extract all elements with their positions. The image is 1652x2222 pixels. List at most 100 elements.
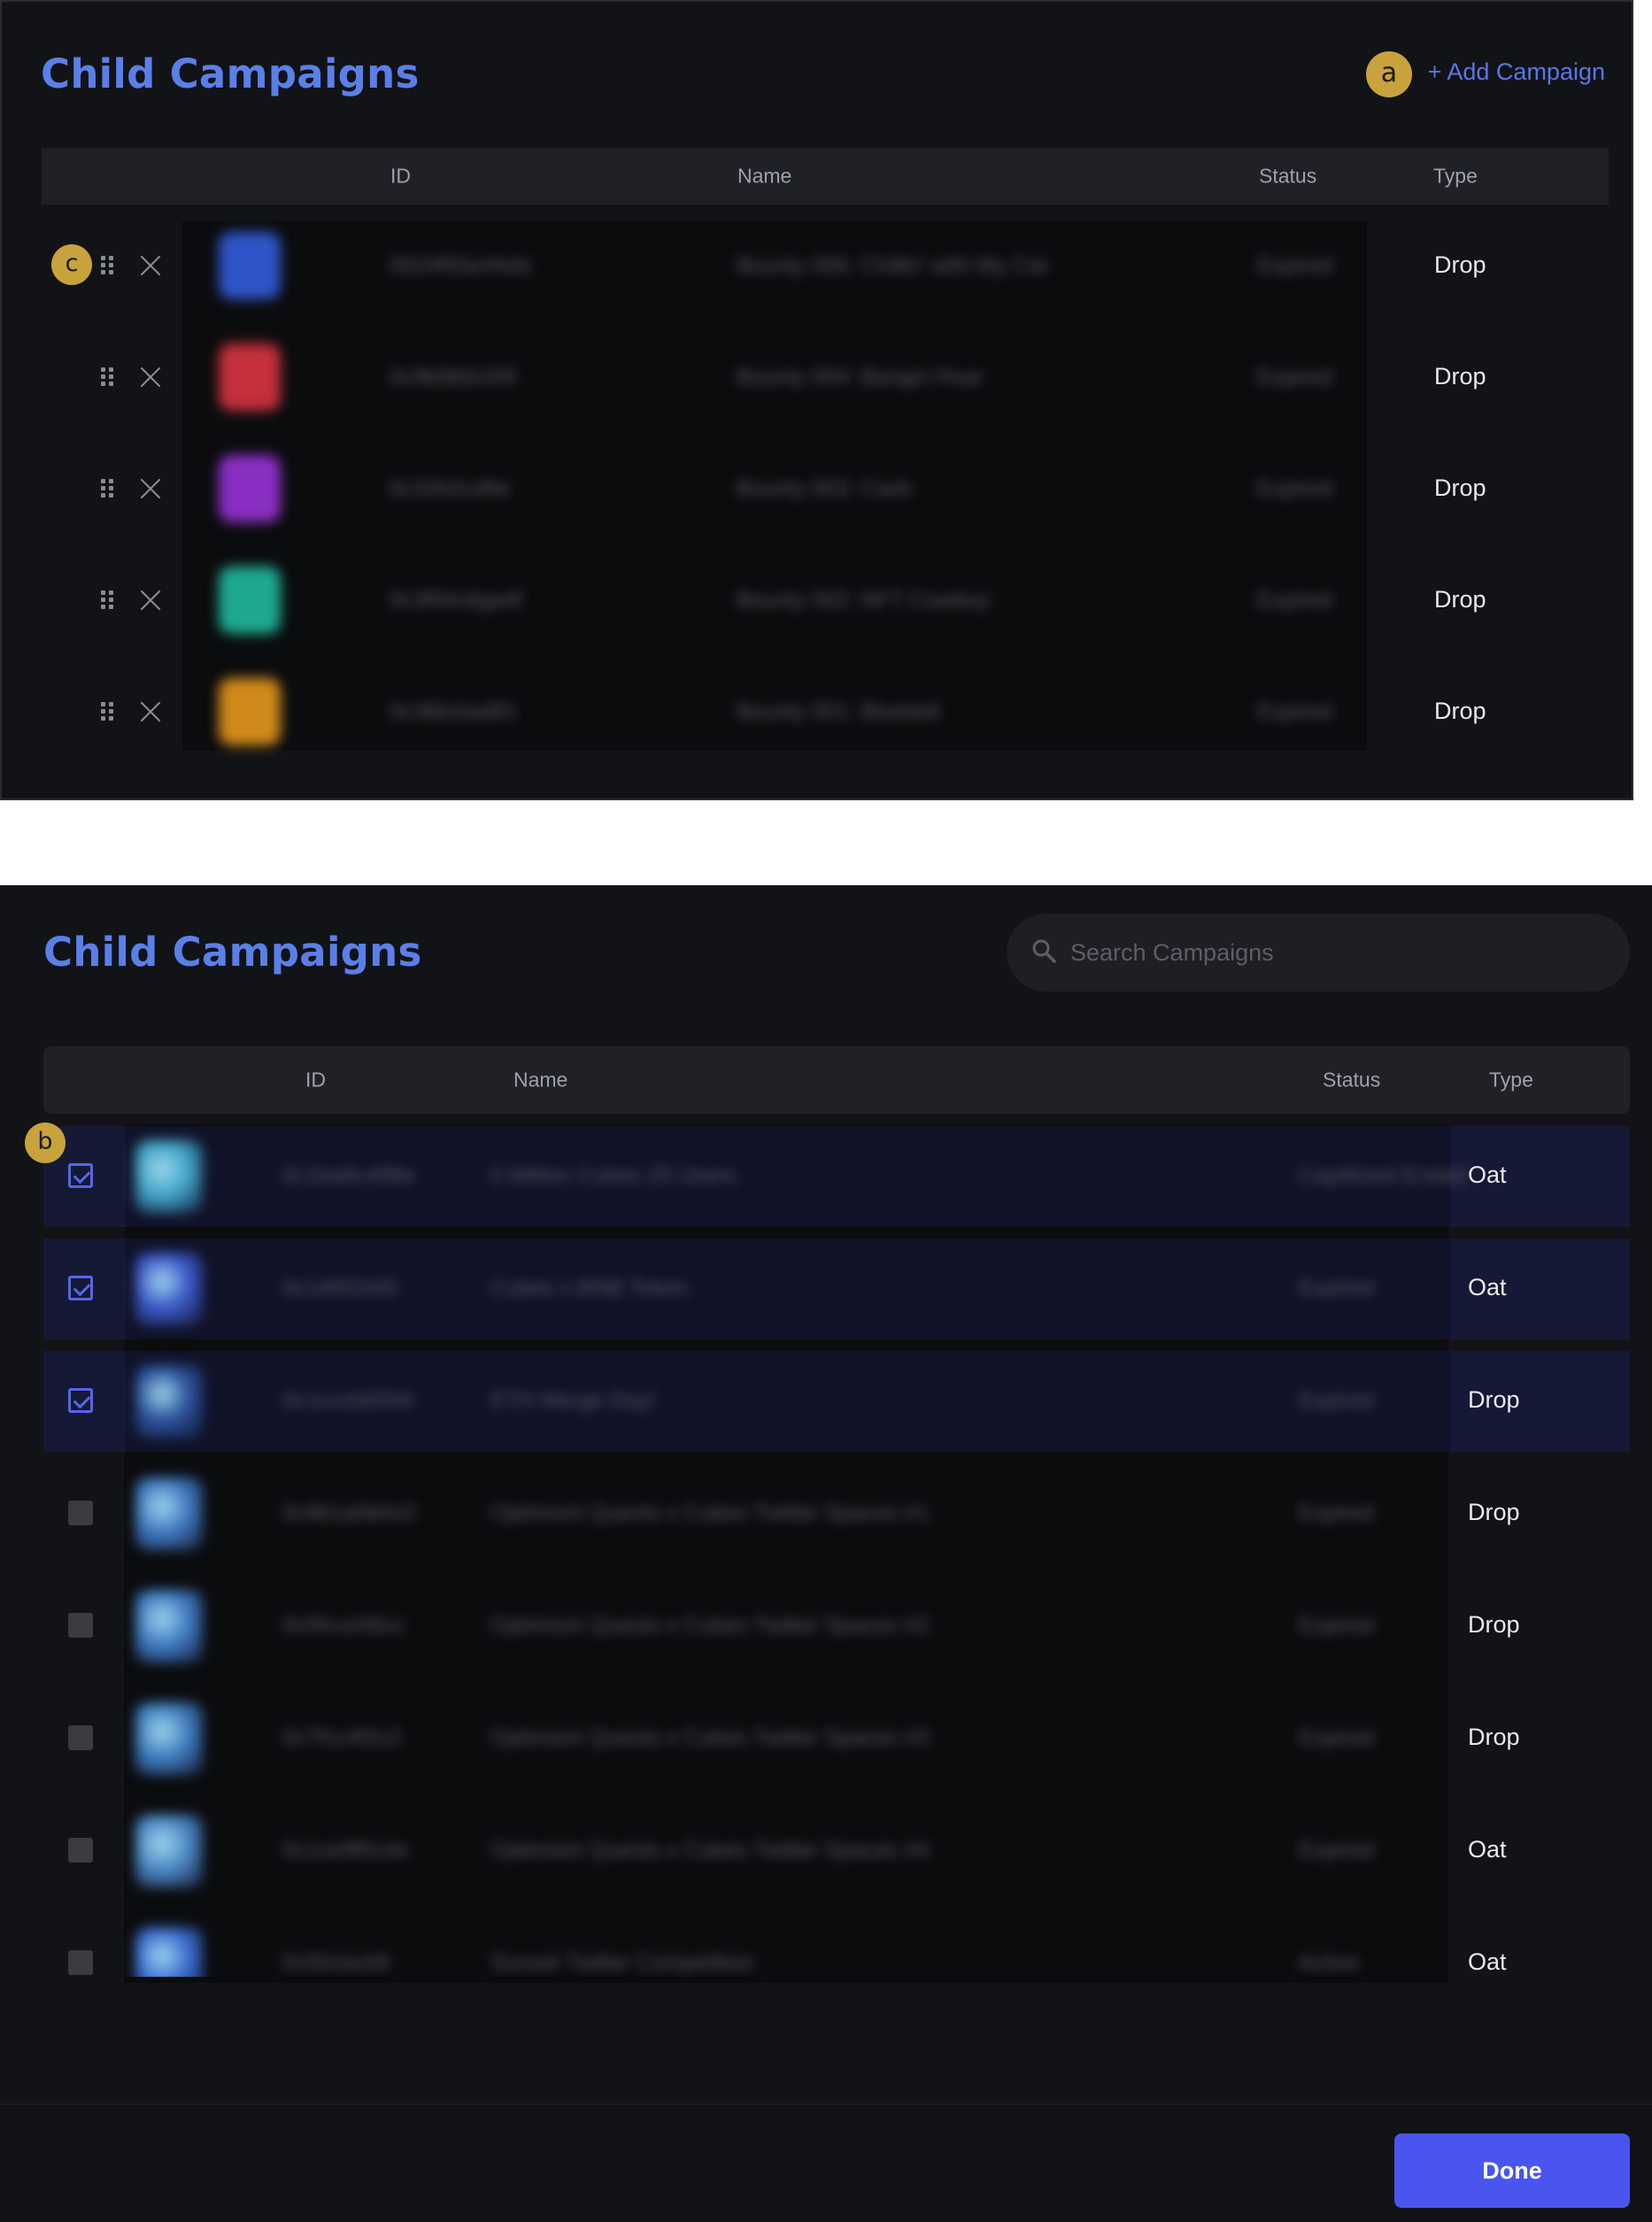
- column-header-name: Name: [513, 1068, 568, 1092]
- campaign-id: 0c9b0b0c05f: [390, 365, 517, 390]
- campaign-name: ETH Merge Day!: [490, 1388, 656, 1413]
- column-header-type: Type: [1489, 1068, 1533, 1092]
- campaign-id: 0c50cbcb9: [282, 1950, 390, 1975]
- campaign-type: Drop: [1434, 251, 1486, 278]
- campaign-thumbnail: [219, 343, 281, 411]
- panel-title: Child Campaigns: [43, 929, 422, 976]
- checkbox-checked[interactable]: [68, 1163, 93, 1188]
- drag-handle-icon[interactable]: [101, 590, 115, 610]
- remove-icon[interactable]: [139, 700, 162, 723]
- campaign-type: Drop: [1468, 1611, 1520, 1638]
- table-row[interactable]: 0c50cbcb9 Sunset Twitter Competition Activ…: [43, 1913, 1630, 1977]
- campaign-type: Drop: [1468, 1386, 1520, 1413]
- column-header-name: Name: [737, 164, 792, 188]
- campaign-id: 0c32b2cd6e: [390, 476, 511, 501]
- remove-icon[interactable]: [139, 589, 162, 612]
- table-row[interactable]: 0c1ba6c498e 0 Million Cubes 25 Users Capit…: [43, 1126, 1630, 1227]
- search-icon: [1032, 939, 1056, 963]
- table-row[interactable]: 0c1cccb6594 ETH Merge Day! Expired Drop: [43, 1351, 1630, 1452]
- campaign-id: 0024f65e44eb: [390, 253, 531, 278]
- column-header-status: Status: [1323, 1068, 1381, 1092]
- table-row: 0c3f94c6ga4f Bounty 002: NFT Cowboy Expire…: [2, 547, 1635, 653]
- drag-handle-icon[interactable]: [101, 479, 115, 498]
- checkbox-unchecked[interactable]: [68, 1838, 93, 1863]
- campaign-name: Optimism Quests x Cubes Twitter Spaces #…: [490, 1501, 930, 1525]
- campaign-thumbnail: [219, 678, 281, 745]
- drag-handle-icon[interactable]: [101, 702, 115, 721]
- table-row[interactable]: 0c7f1c4f2c2 Optimism Quests x Cubes Twitt…: [43, 1688, 1630, 1789]
- remove-icon[interactable]: [139, 366, 162, 389]
- checkbox-checked[interactable]: [68, 1276, 93, 1300]
- campaign-status: Expired: [1257, 588, 1332, 613]
- annotation-badge-b: b: [25, 1123, 66, 1163]
- campaign-id: 0c1cccb6594: [282, 1388, 413, 1413]
- campaign-name: Bounty 001: Bluebell: [737, 699, 940, 724]
- child-campaigns-panel-select: Child Campaigns ID Name Status Type 0c1b…: [0, 885, 1652, 2222]
- table-header: ID Name Status Type: [42, 148, 1609, 204]
- table-row[interactable]: 0c5fcce56cc Optimism Quests x Cubes Twitt…: [43, 1576, 1630, 1677]
- annotation-badge-a: a: [1366, 51, 1412, 97]
- campaign-status: Active: [1299, 1950, 1360, 1975]
- campaign-type: Drop: [1468, 1499, 1520, 1525]
- campaign-name: Bounty 002: NFT Cowboy: [737, 588, 990, 613]
- campaign-id: 0c1ce9f0c4e: [282, 1838, 408, 1863]
- drag-handle-icon[interactable]: [101, 367, 115, 387]
- child-campaigns-panel-edit: Child Campaigns a + Add Campaign ID Name…: [0, 0, 1633, 800]
- campaign-type: Drop: [1434, 586, 1486, 613]
- panel-title: Child Campaigns: [41, 50, 420, 97]
- campaign-name: Bounty 006: Chillin' with My Cat: [737, 253, 1047, 278]
- table-row[interactable]: 0c9b1a0b0c0 Optimism Quests x Cubes Twitt…: [43, 1463, 1630, 1564]
- campaign-id: 0c7f1c4f2c2: [282, 1725, 402, 1750]
- campaign-name: Cubes x BNB Token: [490, 1276, 689, 1300]
- campaign-type: Drop: [1434, 363, 1486, 390]
- campaign-name: Bounty 003: Cash: [737, 476, 913, 501]
- campaign-type: Oat: [1468, 1161, 1507, 1188]
- campaign-status: Expired: [1299, 1388, 1374, 1413]
- campaign-type: Drop: [1434, 698, 1486, 724]
- checkbox-checked[interactable]: [68, 1388, 93, 1413]
- remove-icon[interactable]: [139, 477, 162, 500]
- table-header: ID Name Status Type: [43, 1046, 1630, 1114]
- campaign-thumbnail: [135, 1365, 203, 1438]
- campaign-thumbnail: [135, 1253, 203, 1325]
- footer-divider: [0, 2103, 1652, 2105]
- campaign-status: Expired: [1257, 699, 1332, 724]
- campaign-thumbnail: [135, 1815, 203, 1887]
- column-header-id: ID: [390, 164, 411, 188]
- campaign-type: Drop: [1468, 1724, 1520, 1750]
- campaign-id: 0c3f94c6ga4f: [390, 588, 523, 613]
- drag-handle-icon[interactable]: [101, 256, 115, 275]
- campaign-thumbnail: [219, 232, 281, 299]
- search-bar[interactable]: [1007, 914, 1630, 991]
- campaign-status: Expired: [1257, 476, 1332, 501]
- table-row: 0024f65e44eb Bounty 006: Chillin' with My…: [2, 212, 1635, 319]
- campaign-status: Expired: [1299, 1613, 1374, 1638]
- campaign-type: Oat: [1468, 1948, 1507, 1975]
- table-row[interactable]: 0c1ce9f0c4e Optimism Quests x Cubes Twitt…: [43, 1801, 1630, 1902]
- checkbox-unchecked[interactable]: [68, 1501, 93, 1525]
- campaign-name: Bounty 004: Bangin Pear: [737, 365, 983, 390]
- done-button[interactable]: Done: [1394, 2133, 1630, 2208]
- campaign-id: 0c36b1ba8f1: [390, 699, 518, 724]
- campaign-id: 0c1d0f2445: [282, 1276, 398, 1300]
- table-row: 0c36b1ba8f1 Bounty 001: Bluebell Expired Dr…: [2, 659, 1635, 765]
- campaign-status: Expired: [1257, 365, 1332, 390]
- campaign-id: 0c1ba6c498e: [282, 1163, 416, 1188]
- table-row[interactable]: 0c1d0f2445 Cubes x BNB Token Expired Oat: [43, 1238, 1630, 1339]
- checkbox-unchecked[interactable]: [68, 1950, 93, 1975]
- remove-icon[interactable]: [139, 254, 162, 277]
- campaign-name: 0 Million Cubes 25 Users: [490, 1163, 737, 1188]
- campaign-name: Optimism Quests x Cubes Twitter Spaces #…: [490, 1613, 930, 1638]
- add-campaign-link[interactable]: + Add Campaign: [1428, 58, 1605, 86]
- campaign-thumbnail: [219, 567, 281, 634]
- checkbox-unchecked[interactable]: [68, 1725, 93, 1750]
- campaign-name: Optimism Quests x Cubes Twitter Spaces #…: [490, 1838, 930, 1863]
- column-header-id: ID: [305, 1068, 326, 1092]
- checkbox-unchecked[interactable]: [68, 1613, 93, 1638]
- campaign-name: Optimism Quests x Cubes Twitter Spaces #…: [490, 1725, 930, 1750]
- campaign-status: Expired: [1299, 1501, 1374, 1525]
- search-input[interactable]: [1070, 914, 1602, 991]
- column-header-type: Type: [1433, 164, 1478, 188]
- table-row: 0c32b2cd6e Bounty 003: Cash Expired Drop: [2, 436, 1635, 542]
- campaign-thumbnail: [135, 1927, 203, 1977]
